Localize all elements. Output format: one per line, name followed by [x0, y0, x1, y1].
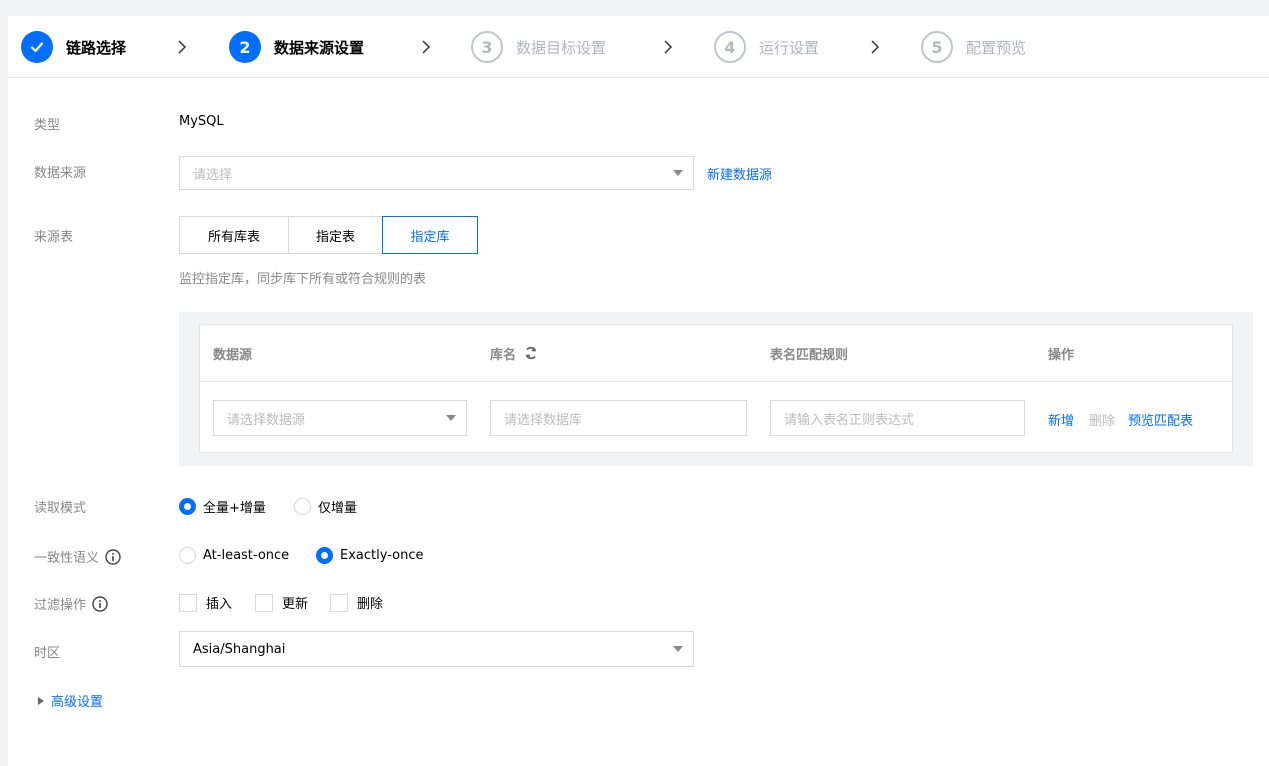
- header-datasource: 数据源: [213, 347, 253, 363]
- header-table-rule: 表名匹配规则: [770, 347, 849, 363]
- step-bar: 链路选择 2 数据来源设置 3 数据目标设置 4 运行设置 5 配置预览: [8, 16, 1269, 78]
- radio-checked: [316, 547, 333, 564]
- timezone-value: Asia/Shanghai: [193, 641, 286, 657]
- preview-match-link[interactable]: 预览匹配表: [1128, 410, 1193, 429]
- add-row-link[interactable]: 新增: [1048, 410, 1074, 429]
- header-divider: [200, 381, 1232, 382]
- header-database: 库名: [490, 325, 538, 381]
- source-table-hint: 监控指定库，同步库下所有或符合规则的表: [179, 272, 427, 287]
- chevron-right-icon: [865, 37, 885, 57]
- rule-table-container: 数据源 库名 表名匹配规则 操作 请选择数据源 请选择数据库 请输入表名正则表达…: [179, 312, 1253, 466]
- type-label: 类型: [34, 118, 61, 133]
- segment-all-tables[interactable]: 所有库表: [179, 216, 289, 254]
- step-3[interactable]: 3 数据目标设置: [471, 31, 606, 63]
- consistency-at-least-once[interactable]: At-least-once: [179, 547, 289, 564]
- delete-row-link: 删除: [1089, 414, 1116, 429]
- chevron-right-icon: [172, 37, 192, 57]
- row-datasource-placeholder: 请选择数据源: [227, 412, 306, 428]
- consistency-exactly-once[interactable]: Exactly-once: [316, 547, 423, 564]
- config-panel: 链路选择 2 数据来源设置 3 数据目标设置 4 运行设置 5 配置预览 类型 …: [8, 16, 1269, 766]
- timezone-select[interactable]: Asia/Shanghai: [179, 631, 694, 667]
- filter-option-1: 插入: [206, 597, 233, 612]
- consistency-label: 一致性语义: [34, 547, 121, 566]
- rule-table: 数据源 库名 表名匹配规则 操作 请选择数据源 请选择数据库 请输入表名正则表达…: [199, 324, 1233, 453]
- caret-down-icon: [673, 170, 683, 176]
- step-1[interactable]: 链路选择: [21, 31, 126, 63]
- filter-label-text: 过滤操作: [34, 598, 87, 613]
- row-database-select[interactable]: 请选择数据库: [490, 400, 747, 436]
- advanced-settings-toggle[interactable]: 高级设置: [38, 691, 103, 710]
- step-5-number: 5: [921, 31, 953, 63]
- info-icon[interactable]: [105, 548, 121, 565]
- step-2-label: 数据来源设置: [274, 38, 365, 57]
- filter-option-3: 删除: [357, 597, 384, 612]
- timezone-label: 时区: [34, 646, 61, 661]
- step-5-label: 配置预览: [966, 38, 1027, 57]
- read-mode-option-2: 仅增量: [318, 501, 358, 516]
- datasource-placeholder: 请选择: [193, 167, 233, 183]
- source-table-label: 来源表: [34, 230, 74, 245]
- step-4-number: 4: [714, 31, 746, 63]
- step-4-label: 运行设置: [759, 38, 820, 57]
- refresh-icon[interactable]: [524, 346, 538, 360]
- step-2[interactable]: 2 数据来源设置: [229, 31, 364, 63]
- caret-down-icon: [673, 646, 683, 652]
- header-database-label: 库名: [490, 347, 517, 363]
- step-4[interactable]: 4 运行设置: [714, 31, 819, 63]
- row-table-rule-input[interactable]: 请输入表名正则表达式: [770, 400, 1025, 436]
- read-mode-full-incremental[interactable]: 全量+增量: [179, 497, 266, 516]
- row-datasource-select[interactable]: 请选择数据源: [213, 400, 467, 436]
- filter-option-2: 更新: [282, 597, 309, 612]
- source-table-segmented: 所有库表 指定表 指定库: [179, 216, 478, 254]
- filter-label: 过滤操作: [34, 594, 108, 613]
- checkbox: [255, 593, 273, 612]
- filter-delete[interactable]: 删除: [330, 593, 383, 612]
- filter-update[interactable]: 更新: [255, 593, 308, 612]
- datasource-select[interactable]: 请选择: [179, 156, 694, 190]
- consistency-label-text: 一致性语义: [34, 551, 100, 566]
- step-2-number: 2: [229, 31, 261, 63]
- header-actions: 操作: [1048, 347, 1075, 363]
- radio-unchecked: [179, 547, 196, 564]
- advanced-settings-label: 高级设置: [51, 695, 104, 710]
- step-5[interactable]: 5 配置预览: [921, 31, 1026, 63]
- info-icon[interactable]: [92, 595, 108, 612]
- chevron-right-icon: [658, 37, 678, 57]
- consistency-option-1: At-least-once: [203, 548, 290, 563]
- step-3-label: 数据目标设置: [516, 38, 607, 57]
- datasource-label: 数据来源: [34, 166, 87, 181]
- check-icon: [21, 31, 53, 63]
- step-3-number: 3: [471, 31, 503, 63]
- new-datasource-link[interactable]: 新建数据源: [707, 164, 772, 183]
- filter-insert[interactable]: 插入: [179, 593, 232, 612]
- segment-specific-table[interactable]: 指定表: [288, 216, 383, 254]
- checkbox: [330, 593, 348, 612]
- chevron-right-icon: [416, 37, 436, 57]
- type-value: MySQL: [179, 114, 224, 129]
- consistency-option-2: Exactly-once: [340, 548, 424, 563]
- read-mode-incremental-only[interactable]: 仅增量: [294, 497, 357, 516]
- read-mode-option-1: 全量+增量: [203, 501, 266, 516]
- read-mode-label: 读取模式: [34, 501, 87, 516]
- radio-checked: [179, 498, 196, 515]
- segment-specific-database[interactable]: 指定库: [382, 216, 478, 254]
- radio-unchecked: [294, 498, 311, 515]
- checkbox: [179, 593, 197, 612]
- step-1-label: 链路选择: [66, 38, 127, 57]
- caret-right-icon: [38, 696, 44, 705]
- caret-down-icon: [446, 415, 456, 421]
